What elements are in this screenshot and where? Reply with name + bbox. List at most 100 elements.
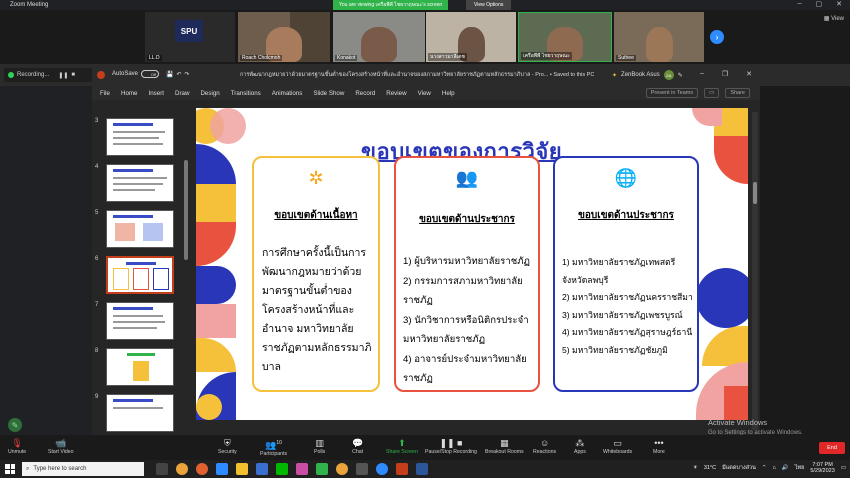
shield-icon: ⛨	[223, 438, 231, 448]
maximize-icon[interactable]: ▢	[816, 0, 823, 8]
thumb-title-bar	[113, 215, 153, 218]
next-videos-button[interactable]: ›	[710, 30, 724, 44]
slide-thumbnail[interactable]	[106, 118, 174, 156]
slide-thumbnail[interactable]	[106, 348, 174, 386]
chat-button[interactable]: 💬 Chat	[352, 438, 363, 455]
close-icon[interactable]: ✕	[746, 70, 752, 78]
autosave-toggle[interactable]: Off	[141, 70, 160, 78]
minimize-icon[interactable]: –	[700, 70, 704, 78]
slide-scrollbar[interactable]	[752, 112, 758, 430]
avatar[interactable]: ZA	[663, 70, 674, 80]
end-meeting-button[interactable]: End	[819, 442, 845, 454]
unmute-button[interactable]: 🎙 Unmute	[8, 438, 26, 455]
pen-icon[interactable]: ✎	[678, 72, 683, 79]
chrome-icon[interactable]	[336, 463, 348, 475]
menu-record[interactable]: Record	[355, 90, 375, 97]
recording-indicator[interactable]: Recording... ❚❚ ■	[4, 68, 92, 82]
scrollbar-grip[interactable]	[753, 182, 757, 204]
menu-transitions[interactable]: Transitions	[231, 90, 261, 97]
app-icon[interactable]	[256, 463, 268, 475]
slide-thumbnail[interactable]	[106, 210, 174, 248]
edge-icon[interactable]	[216, 463, 228, 475]
menu-help[interactable]: Help	[442, 90, 455, 97]
pause-stop-recording-button[interactable]: ❚❚ ■ Pause/Stop Recording	[425, 438, 477, 455]
video-tile[interactable]: นางสาวมาลีเดช	[426, 12, 516, 62]
lightbulb-icon[interactable]: ✦	[612, 72, 617, 79]
menu-review[interactable]: Review	[386, 90, 406, 97]
deco-quarter	[692, 108, 722, 126]
slide[interactable]: ขอบเขตของการวิจัย ✲ ขอบเขตด้านเนื้อหา กา…	[196, 108, 748, 420]
slide-thumbnail[interactable]	[106, 394, 174, 432]
app-icon[interactable]	[356, 463, 368, 475]
menu-slide-show[interactable]: Slide Show	[313, 90, 344, 97]
minimize-icon[interactable]: –	[798, 0, 802, 8]
redo-icon[interactable]: ↷	[185, 71, 190, 78]
breakout-rooms-button[interactable]: ▦ Breakout Rooms	[485, 438, 524, 455]
polls-button[interactable]: ▥ Polls	[314, 438, 325, 455]
video-tile[interactable]: Konakot	[333, 12, 425, 62]
weather-icon[interactable]: ☀	[693, 465, 698, 471]
autosave-control[interactable]: AutoSave Off 💾 ↶ ↷	[112, 70, 190, 78]
zoom-icon[interactable]	[376, 463, 388, 475]
slide-thumbnail[interactable]	[106, 164, 174, 202]
start-video-button[interactable]: 📹 Start Video	[48, 438, 74, 455]
deco-circle	[196, 394, 222, 420]
clock[interactable]: 7:07 PM 5/29/2023	[810, 462, 834, 474]
task-view-icon[interactable]	[156, 463, 168, 475]
app-icon[interactable]	[316, 463, 328, 475]
more-button[interactable]: ••• More	[653, 438, 665, 455]
whiteboards-button[interactable]: ▭ Whiteboards	[603, 438, 632, 455]
volume-icon[interactable]: 🔊	[782, 465, 789, 471]
line-icon[interactable]	[276, 463, 288, 475]
share-screen-button[interactable]: ⬆ Share Screen	[386, 438, 418, 455]
stop-icon[interactable]: ■	[71, 72, 75, 78]
view-options-button[interactable]: View Options	[466, 0, 512, 10]
slide-thumbnail-selected[interactable]	[106, 256, 174, 294]
menu-file[interactable]: File	[100, 90, 110, 97]
participant-name: Roach Cholcmoh	[240, 55, 283, 61]
file-explorer-icon[interactable]	[236, 463, 248, 475]
apps-button[interactable]: ⁂ Apps	[574, 438, 586, 455]
taskbar-search-input[interactable]: ⌕ Type here to search	[22, 462, 144, 476]
firefox-icon[interactable]	[196, 463, 208, 475]
menu-draw[interactable]: Draw	[175, 90, 189, 97]
participants-button[interactable]: 👥10 Participants	[260, 438, 287, 457]
share-button[interactable]: Share	[725, 88, 750, 98]
windows-start-icon[interactable]	[5, 464, 15, 474]
network-icon[interactable]: ⌂	[773, 465, 776, 471]
menu-home[interactable]: Home	[121, 90, 138, 97]
thumb-box	[133, 361, 149, 381]
reactions-button[interactable]: ☺ Reactions	[533, 438, 556, 455]
close-icon[interactable]: ✕	[836, 0, 842, 8]
language-indicator[interactable]: ไทย	[795, 464, 805, 472]
word-icon[interactable]	[416, 463, 428, 475]
account-area[interactable]: ✦ ZenBook Asus ZA ✎	[612, 70, 683, 80]
menu-animations[interactable]: Animations	[272, 90, 303, 97]
thumbnail-scrollbar[interactable]	[184, 160, 188, 260]
chrome-icon[interactable]	[176, 463, 188, 475]
comments-button[interactable]: ▭	[704, 88, 720, 98]
undo-icon[interactable]: ↶	[177, 71, 182, 78]
menu-insert[interactable]: Insert	[149, 90, 164, 97]
slide-thumbnail[interactable]	[106, 302, 174, 340]
save-icon[interactable]: 💾	[166, 71, 173, 78]
security-button[interactable]: ⛨ Security	[218, 438, 237, 455]
thumb-line	[113, 321, 165, 323]
view-button[interactable]: ▦ View	[824, 15, 844, 22]
pause-icon[interactable]: ❚❚	[58, 72, 68, 79]
present-in-teams-button[interactable]: Present in Teams	[645, 88, 699, 98]
active-speaker-tile[interactable]: เครือพีพี ไชยวาฤษณะ	[518, 12, 612, 62]
restore-icon[interactable]: ❐	[722, 70, 728, 78]
video-tile[interactable]: Suthee	[614, 12, 704, 62]
participant-name: Konakot	[335, 55, 358, 61]
annotate-pen-icon[interactable]: ✎	[8, 418, 22, 432]
powerpoint-icon[interactable]	[396, 463, 408, 475]
tray-chevron-icon[interactable]: ⌃	[762, 465, 767, 471]
deco-quarter	[196, 338, 236, 372]
video-tile[interactable]: SPU LL.D	[145, 12, 235, 62]
menu-design[interactable]: Design	[200, 90, 219, 97]
video-tile[interactable]: Roach Cholcmoh	[238, 12, 330, 62]
menu-view[interactable]: View	[418, 90, 431, 97]
app-icon[interactable]	[296, 463, 308, 475]
notification-icon[interactable]: ▭	[841, 465, 846, 471]
